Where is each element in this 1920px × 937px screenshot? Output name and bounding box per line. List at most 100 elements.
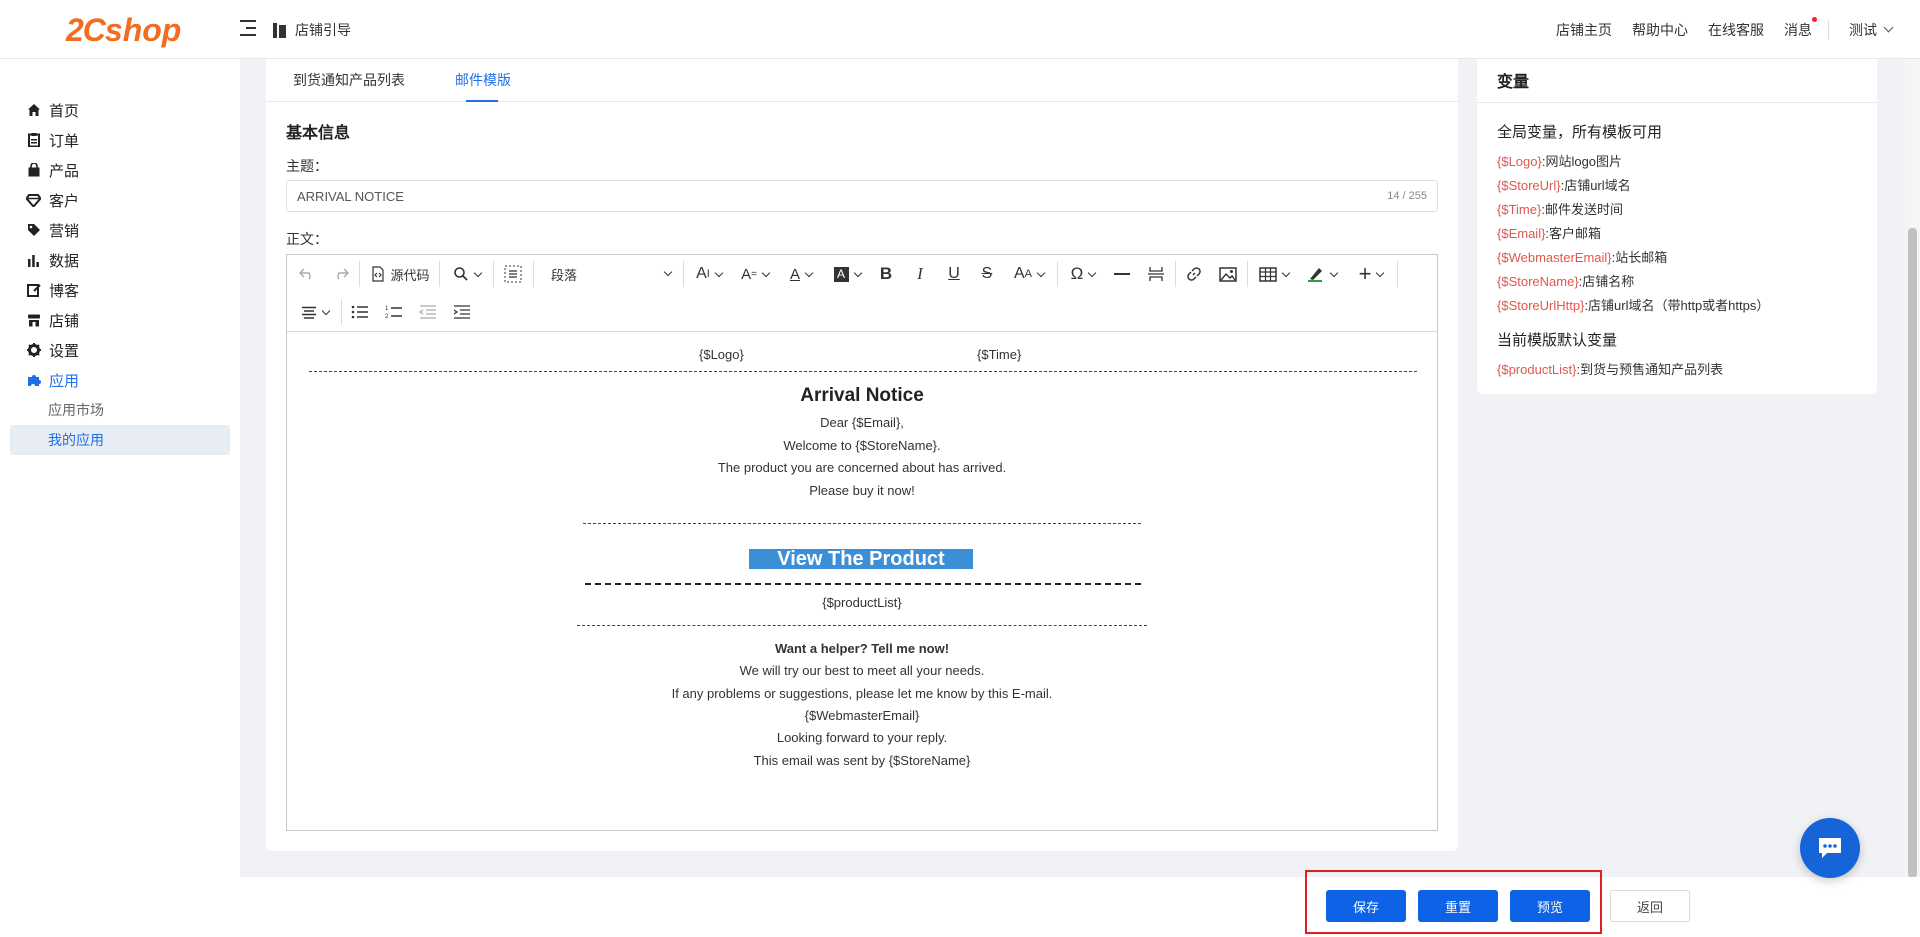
font-size-button[interactable]: AI bbox=[689, 261, 729, 287]
sidebar-item-label: 订单 bbox=[49, 132, 80, 150]
store-icon bbox=[26, 313, 41, 328]
variable-desc: :店铺url域名（带http或者https） bbox=[1584, 298, 1770, 313]
horizontal-line-icon[interactable] bbox=[1109, 261, 1135, 287]
variable-desc: :客户邮箱 bbox=[1545, 226, 1602, 241]
book-icon bbox=[273, 22, 287, 38]
source-code-button[interactable]: 源代码 bbox=[367, 261, 433, 287]
nav-help-center[interactable]: 帮助中心 bbox=[1632, 20, 1688, 40]
gear-icon bbox=[26, 343, 41, 358]
time-variable: {$Time} bbox=[977, 347, 1022, 362]
insert-button[interactable]: + bbox=[1351, 261, 1391, 287]
toolbar-divider bbox=[1175, 261, 1176, 287]
nav-messages[interactable]: 消息 bbox=[1784, 16, 1817, 40]
numbered-list-icon[interactable]: 12 bbox=[381, 299, 407, 325]
user-menu[interactable]: 测试 bbox=[1849, 20, 1894, 40]
subject-input[interactable]: ARRIVAL NOTICE 14 / 255 bbox=[286, 180, 1438, 212]
toolbar-divider bbox=[359, 261, 360, 287]
sidebar-item-home[interactable]: 首页 bbox=[10, 95, 230, 125]
variable-desc: :店铺url域名 bbox=[1560, 178, 1631, 193]
sidebar-item-store[interactable]: 店铺 bbox=[10, 305, 230, 335]
template-variables-title: 当前模版默认变量 bbox=[1497, 332, 1618, 349]
section-title: 基本信息 bbox=[286, 125, 351, 142]
back-button[interactable]: 返回 bbox=[1610, 890, 1690, 922]
sidebar-item-marketing[interactable]: 营销 bbox=[10, 215, 230, 245]
chevron-down-icon bbox=[1883, 22, 1894, 33]
customer-icon bbox=[26, 193, 41, 208]
variable-row: {$WebmasterEmail}:站长邮箱 bbox=[1497, 247, 1667, 266]
save-button[interactable]: 保存 bbox=[1326, 890, 1406, 922]
chart-icon bbox=[26, 253, 41, 268]
strikethrough-icon[interactable]: S bbox=[974, 261, 1000, 287]
bold-icon[interactable]: B bbox=[873, 261, 899, 287]
svg-text:2: 2 bbox=[385, 314, 389, 319]
text-case-button[interactable]: AA bbox=[1007, 261, 1051, 287]
indent-icon[interactable] bbox=[449, 299, 475, 325]
sidebar-item-apps[interactable]: 应用 bbox=[10, 365, 230, 395]
nav-store-home[interactable]: 店铺主页 bbox=[1556, 20, 1612, 40]
page-break-icon[interactable] bbox=[1143, 261, 1169, 287]
background-color-button[interactable]: A bbox=[827, 261, 867, 287]
sidebar-subitem-app-market[interactable]: 应用市场 bbox=[10, 395, 230, 425]
view-product-button[interactable]: View The Product bbox=[749, 549, 973, 569]
chat-button[interactable] bbox=[1800, 818, 1860, 878]
sidebar-item-orders[interactable]: 订单 bbox=[10, 125, 230, 155]
email-line: This email was sent by {$StoreName} bbox=[753, 753, 971, 768]
align-button[interactable] bbox=[295, 299, 335, 325]
reset-button[interactable]: 重置 bbox=[1418, 890, 1498, 922]
redo-icon[interactable] bbox=[329, 261, 353, 287]
variable-desc: :店铺名称 bbox=[1578, 274, 1635, 289]
chat-icon bbox=[1819, 838, 1841, 858]
sidebar-item-settings[interactable]: 设置 bbox=[10, 335, 230, 365]
sidebar-item-data[interactable]: 数据 bbox=[10, 245, 230, 275]
variable-row: {$Time}:邮件发送时间 bbox=[1497, 199, 1623, 218]
sidebar-item-label: 营销 bbox=[49, 222, 80, 240]
brand-logo[interactable]: 2C shop bbox=[66, 10, 181, 50]
variable-row: {$StoreUrl}:店铺url域名 bbox=[1497, 175, 1631, 194]
select-all-icon[interactable] bbox=[499, 261, 527, 287]
toolbar-divider bbox=[1057, 261, 1058, 287]
bullet-list-icon[interactable] bbox=[347, 299, 373, 325]
tab-arrival-product-list[interactable]: 到货通知产品列表 bbox=[293, 70, 405, 90]
nav-online-service[interactable]: 在线客服 bbox=[1708, 20, 1764, 40]
undo-icon[interactable] bbox=[295, 261, 319, 287]
store-guide-link[interactable]: 店铺引导 bbox=[273, 20, 351, 40]
underline-icon[interactable]: U bbox=[941, 261, 967, 287]
outdent-icon[interactable] bbox=[415, 299, 441, 325]
sidebar-item-products[interactable]: 产品 bbox=[10, 155, 230, 185]
source-code-label: 源代码 bbox=[390, 267, 430, 283]
italic-icon[interactable]: I bbox=[907, 261, 933, 287]
sidebar-item-blog[interactable]: 博客 bbox=[10, 275, 230, 305]
sidebar-item-label: 数据 bbox=[49, 252, 80, 270]
nav-messages-label: 消息 bbox=[1784, 21, 1812, 38]
toolbar-divider bbox=[493, 261, 494, 287]
find-replace-button[interactable] bbox=[447, 261, 487, 287]
variable-key: {$Email} bbox=[1497, 226, 1546, 241]
table-button[interactable] bbox=[1253, 261, 1295, 287]
paragraph-format-select[interactable]: 段落 bbox=[543, 261, 677, 287]
page-scrollbar-thumb[interactable] bbox=[1908, 228, 1917, 878]
logo-variable: {$Logo} bbox=[699, 347, 744, 362]
main-card: 到货通知产品列表 邮件模版 基本信息 主题： ARRIVAL NOTICE 14… bbox=[266, 59, 1458, 851]
font-color-button[interactable]: A bbox=[781, 261, 821, 287]
sidebar-item-label: 博客 bbox=[49, 282, 80, 300]
special-char-button[interactable]: Ω bbox=[1063, 261, 1103, 287]
variable-key: {$Time} bbox=[1497, 202, 1542, 217]
link-icon[interactable] bbox=[1181, 261, 1207, 287]
email-line: We will try our best to meet all your ne… bbox=[739, 663, 985, 678]
helper-title: Want a helper? Tell me now! bbox=[774, 641, 950, 656]
sidebar-item-label: 店铺 bbox=[49, 312, 80, 330]
variables-title: 变量 bbox=[1497, 74, 1530, 91]
editor-content[interactable]: {$Logo} {$Time} Arrival Notice Dear {$Em… bbox=[287, 333, 1437, 830]
sidebar-item-customers[interactable]: 客户 bbox=[10, 185, 230, 215]
logo-mark: 2C bbox=[66, 11, 106, 48]
preview-button[interactable]: 预览 bbox=[1510, 890, 1590, 922]
top-header: 2C shop 店铺引导 店铺主页 帮助中心 在线客服 消息 测试 bbox=[0, 0, 1920, 59]
tab-email-template[interactable]: 邮件模版 bbox=[455, 70, 511, 90]
toolbar-divider bbox=[341, 299, 342, 325]
image-icon[interactable] bbox=[1215, 261, 1241, 287]
email-line: Please buy it now! bbox=[809, 483, 915, 498]
sidebar-subitem-my-apps[interactable]: 我的应用 bbox=[10, 425, 230, 455]
highlight-button[interactable] bbox=[1301, 261, 1343, 287]
line-height-button[interactable]: A = bbox=[735, 261, 775, 287]
menu-toggle-icon[interactable] bbox=[240, 20, 256, 36]
